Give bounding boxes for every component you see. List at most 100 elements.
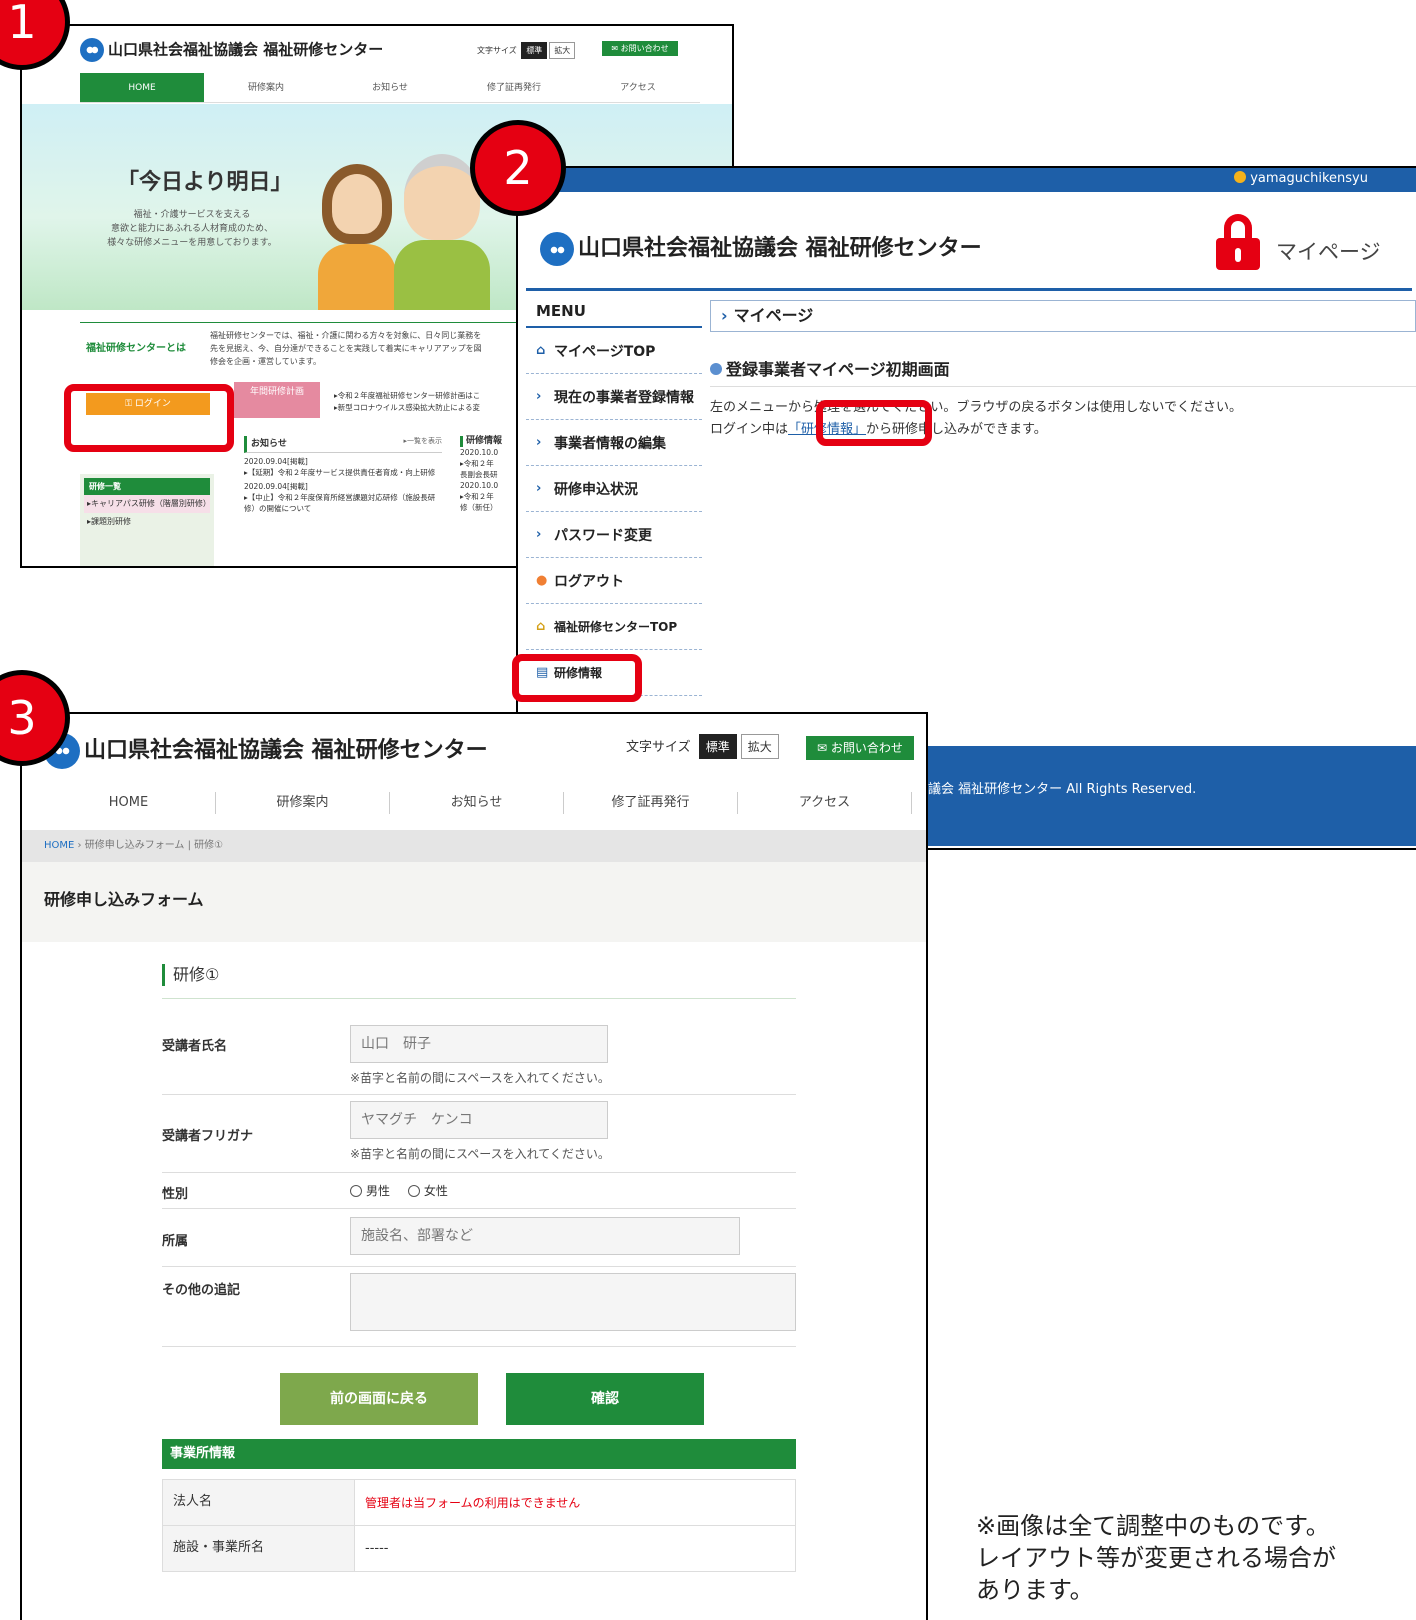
nav-home[interactable]: HOME — [80, 73, 204, 102]
main-nav: HOME 研修案内 お知らせ 修了証再発行 アクセス — [42, 784, 912, 822]
highlight-login — [64, 384, 234, 452]
home-icon: ⌂ — [536, 619, 546, 634]
row-other: その他の追記 — [162, 1267, 796, 1347]
nav-certificate[interactable]: 修了証再発行 — [564, 792, 738, 814]
gender-female-radio[interactable]: 女性 — [407, 1184, 448, 1198]
font-size-switcher: 文字サイズ 標準 拡大 — [477, 42, 576, 59]
main-nav: HOME 研修案内 お知らせ 修了証再発行 アクセス — [80, 73, 700, 103]
annual-plan-links[interactable]: ▸令和２年度福祉研修センター研修計画はこ ▸新型コロナウイルス感染拡大防止による… — [334, 390, 480, 414]
user-menu[interactable]: yamaguchikensyu — [1234, 171, 1368, 186]
nav-news[interactable]: お知らせ — [328, 73, 452, 102]
site-brand[interactable]: 山口県社会福祉協議会 福祉研修センター — [540, 230, 982, 266]
news-item[interactable]: 2020.09.04[掲載] ▸【延期】令和２年度サービス提供責任者育成・向上研修 — [244, 456, 442, 478]
menu-header: MENU — [526, 298, 702, 328]
menu-item-edit-business[interactable]: › 事業者情報の編集 — [526, 420, 702, 466]
training-info-panel: 研修情報 2020.10.0 ▸令和２年 長副会長研 2020.10.0 ▸令和… — [460, 436, 520, 513]
highlight-training-link — [816, 400, 932, 446]
gender-male-radio[interactable]: 男性 — [350, 1184, 390, 1198]
chevron-right-icon: › — [536, 481, 542, 496]
nav-training[interactable]: 研修案内 — [216, 792, 390, 814]
page-heading: › マイページ — [710, 300, 1416, 332]
chevron-right-icon: › — [536, 389, 542, 404]
row-name: 受講者氏名 山口 研子 ※苗字と名前の間にスペースを入れてください。 — [162, 999, 796, 1095]
illustration-man-body — [394, 240, 490, 310]
mail-icon: ✉ — [817, 741, 831, 755]
breadcrumb-current: 研修申し込みフォーム | 研修① — [84, 840, 224, 851]
illustration-woman-body — [318, 244, 396, 310]
other-label: その他の追記 — [162, 1283, 241, 1298]
kana-input[interactable]: ヤマグチ ケンコ — [350, 1101, 608, 1139]
training-list-title: 研修一覧 — [84, 478, 210, 495]
confirm-button[interactable]: 確認 — [506, 1373, 704, 1425]
highlight-training-menu — [512, 654, 642, 702]
menu-item-mypage-top[interactable]: ⌂ マイページTOP — [526, 328, 702, 374]
name-label: 受講者氏名 — [162, 1039, 228, 1054]
step-badge-2: 2 — [470, 120, 566, 216]
gender-radio-group: 男性 女性 — [350, 1182, 448, 1199]
affiliation-input[interactable]: 施設名、部署など — [350, 1217, 740, 1255]
news-item[interactable]: 2020.09.04[掲載] ▸【中止】令和２年度保育所経営課題対応研修（施設長研… — [244, 481, 442, 514]
hero-subtext: 福祉・介護サービスを支える 意欲と能力にあふれる人材育成のため、 様々な研修メニ… — [107, 210, 277, 248]
menu-item-logout[interactable]: ● ログアウト — [526, 558, 702, 604]
table-row: 法人名 管理者は当フォームの利用はできません — [162, 1479, 796, 1526]
kana-label: 受講者フリガナ — [162, 1129, 254, 1144]
other-textarea[interactable] — [350, 1273, 796, 1331]
illustration-woman — [322, 164, 392, 244]
contact-button[interactable]: ✉ お問い合わせ — [806, 736, 914, 760]
page-title: 研修申し込みフォーム — [22, 862, 926, 942]
font-size-standard[interactable]: 標準 — [698, 734, 737, 759]
section-title: 登録事業者マイページ初期画面 — [710, 356, 1416, 387]
form-section-title: 研修① — [162, 964, 796, 986]
application-form: 研修① 受講者氏名 山口 研子 ※苗字と名前の間にスペースを入れてください。 受… — [162, 964, 796, 1572]
menu-item-center-top[interactable]: ⌂ 福祉研修センターTOP — [526, 604, 702, 650]
copyright: 議会 福祉研修センター All Rights Reserved. — [928, 782, 1197, 797]
gender-label: 性別 — [162, 1187, 189, 1202]
screenshot-application-form: 山口県社会福祉協議会 福祉研修センター 文字サイズ 標準 拡大 ✉ お問い合わせ … — [20, 712, 928, 1620]
nav-certificate[interactable]: 修了証再発行 — [452, 73, 576, 102]
logo-icon — [540, 232, 574, 266]
name-note: ※苗字と名前の間にスペースを入れてください。 — [350, 1071, 610, 1085]
training-list: 研修一覧 ▸キャリアパス研修（階層別研修） ▸課題別研修 — [80, 474, 214, 566]
nav-news[interactable]: お知らせ — [390, 792, 564, 814]
font-size-standard[interactable]: 標準 — [521, 42, 548, 59]
breadcrumb: HOME › 研修申し込みフォーム | 研修① — [22, 830, 926, 862]
site-brand[interactable]: 山口県社会福祉協議会 福祉研修センター — [80, 38, 383, 62]
font-size-large[interactable]: 拡大 — [549, 42, 576, 59]
row-gender: 性別 男性 女性 — [162, 1173, 796, 1209]
nav-training[interactable]: 研修案内 — [204, 73, 328, 102]
business-info-header: 事業所情報 — [162, 1439, 796, 1469]
contact-button[interactable]: ✉ お問い合わせ — [602, 41, 678, 56]
training-list-item[interactable]: ▸キャリアパス研修（階層別研修） — [84, 495, 211, 513]
font-size-large[interactable]: 拡大 — [740, 734, 779, 759]
menu-item-application-status[interactable]: › 研修申込状況 — [526, 466, 702, 512]
disclaimer-note: ※画像は全て調整中のものです。 レイアウト等が変更される場合が あります。 — [976, 1512, 1336, 1604]
bullet-icon — [710, 363, 722, 375]
news-title: お知らせ — [251, 439, 287, 449]
site-header: 山口県社会福祉協議会 福祉研修センター 文字サイズ 標準 拡大 ✉ お問い合わせ — [22, 26, 732, 72]
nav-home[interactable]: HOME — [42, 792, 216, 814]
back-button[interactable]: 前の画面に戻る — [280, 1373, 478, 1425]
kana-note: ※苗字と名前の間にスペースを入れてください。 — [350, 1147, 610, 1161]
name-input[interactable]: 山口 研子 — [350, 1025, 608, 1063]
menu-item-registration-info[interactable]: › 現在の事業者登録情報 — [526, 374, 702, 420]
nav-access[interactable]: アクセス — [576, 73, 700, 102]
user-icon — [1234, 171, 1247, 183]
news-more-link[interactable]: ▸一覧を表示 — [403, 436, 442, 449]
nav-access[interactable]: アクセス — [738, 792, 912, 814]
row-affiliation: 所属 施設名、部署など — [162, 1209, 796, 1267]
chevron-right-icon: › — [536, 435, 542, 450]
about-title: 福祉研修センターとは — [86, 343, 186, 354]
logo-icon — [80, 38, 104, 62]
chevron-right-icon: › — [536, 527, 542, 542]
training-list-item[interactable]: ▸課題別研修 — [84, 513, 210, 531]
user-bar: yamaguchikensyu — [518, 168, 1416, 192]
annual-plan-button[interactable]: 年間研修計画 — [234, 382, 320, 418]
site-brand[interactable]: 山口県社会福祉協議会 福祉研修センター — [44, 732, 488, 769]
mypage-title: マイページ — [1276, 240, 1381, 264]
menu-item-password[interactable]: › パスワード変更 — [526, 512, 702, 558]
hero-slogan: 「今日より明日」 — [117, 170, 293, 195]
side-menu: MENU ⌂ マイページTOP › 現在の事業者登録情報 › 事業者情報の編集 › 研修… — [526, 298, 702, 696]
row-kana: 受講者フリガナ ヤマグチ ケンコ ※苗字と名前の間にスペースを入れてください。 — [162, 1095, 796, 1173]
breadcrumb-home[interactable]: HOME — [44, 840, 74, 851]
logout-icon: ● — [536, 573, 548, 588]
